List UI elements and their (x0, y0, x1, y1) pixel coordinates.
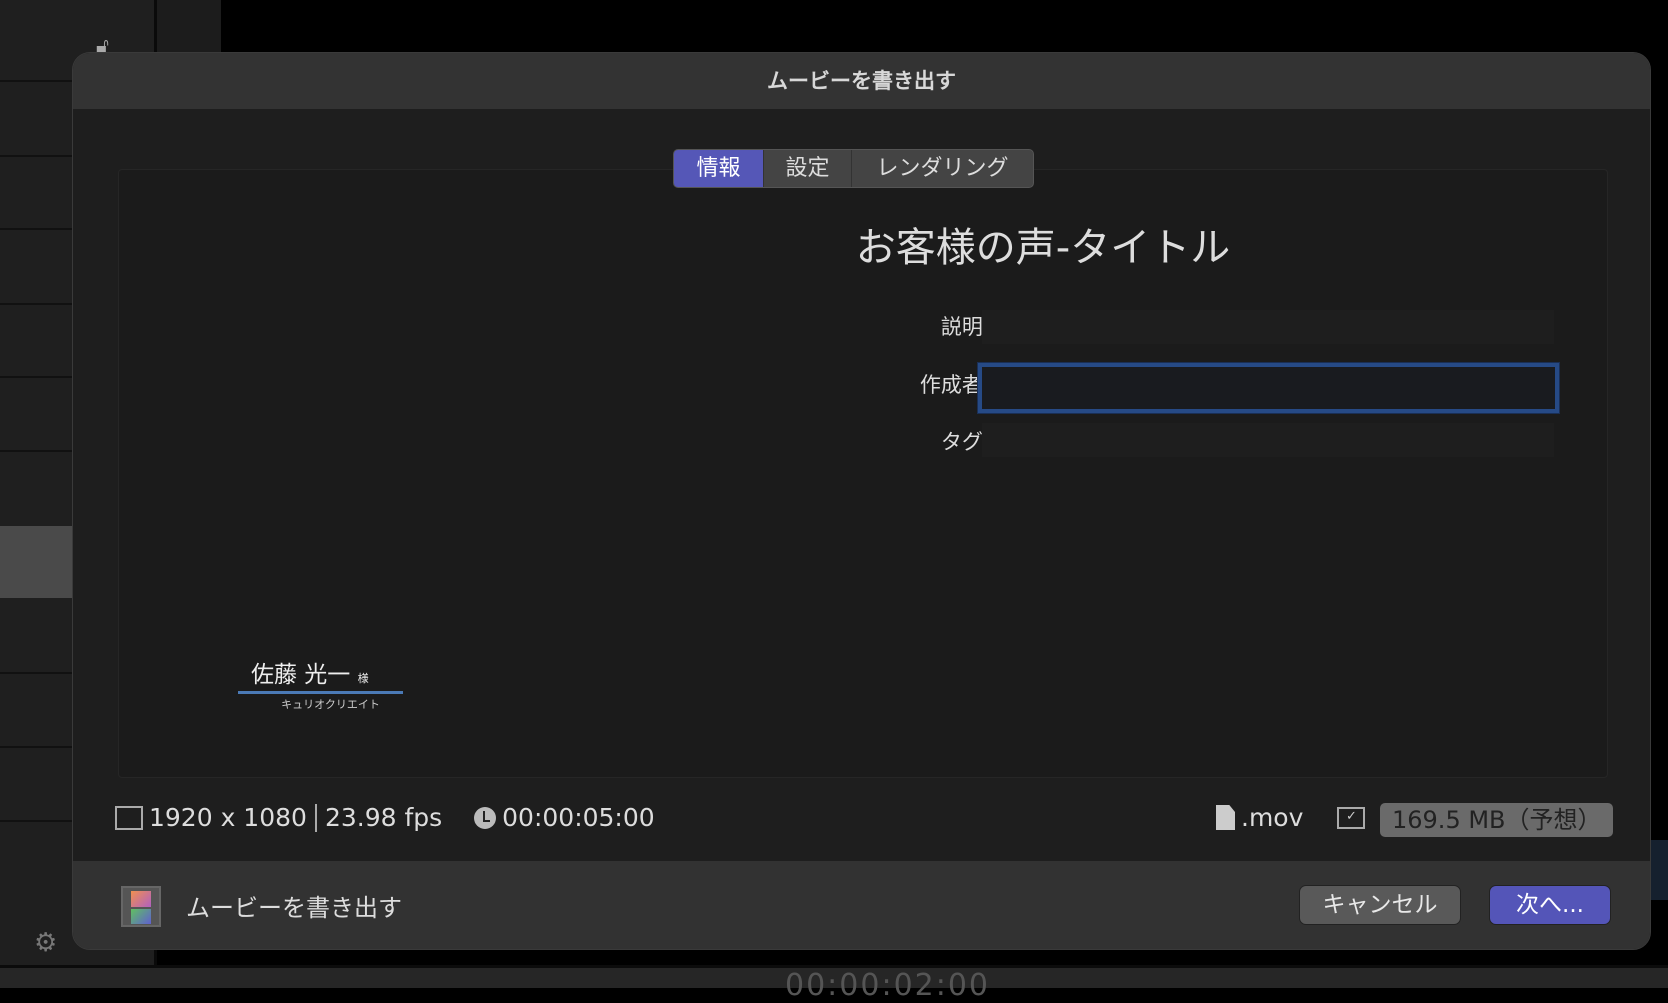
background-strip (1648, 840, 1668, 900)
file-info: .mov ✓ (1216, 803, 1366, 832)
separator (314, 803, 317, 832)
tab-info[interactable]: 情報 (674, 150, 764, 187)
background-divider (0, 228, 72, 230)
tab-settings[interactable]: 設定 (764, 150, 852, 187)
tab-rendering[interactable]: レンダリング (852, 150, 1033, 187)
tags-field[interactable] (982, 423, 1554, 457)
thumbnail-preview: 佐藤 光一 様 キュリオクリエイト (238, 655, 403, 712)
background-divider (0, 303, 72, 305)
background-divider (0, 80, 72, 82)
resolution-icon (115, 805, 143, 830)
dialog-footer: ムービーを書き出す キャンセル 次へ... (73, 861, 1650, 949)
film-icon (121, 886, 161, 927)
background-timecode: 00:00:02:00 (785, 968, 991, 1003)
file-format: .mov (1241, 803, 1304, 832)
gear-icon: ⚙ (34, 928, 58, 958)
background-divider (0, 746, 72, 748)
preview-company: キュリオクリエイト (281, 698, 380, 711)
estimated-size: 169.5 MB（予想） (1380, 803, 1613, 837)
background-divider (0, 820, 72, 822)
clock-icon (474, 806, 497, 829)
footer-label: ムービーを書き出す (186, 894, 402, 922)
background-divider (0, 376, 72, 378)
tab-bar: 情報 設定 レンダリング (673, 149, 1034, 188)
preview-underline (238, 691, 403, 694)
export-movie-dialog: ムービーを書き出す 佐藤 光一 様 キュリオクリエイト 情報 設定 レンダリング… (72, 52, 1651, 950)
project-title: お客様の声-タイトル (855, 225, 1231, 271)
next-button[interactable]: 次へ... (1489, 885, 1611, 925)
cancel-button[interactable]: キャンセル (1299, 885, 1461, 925)
background-divider (0, 672, 72, 674)
description-field[interactable] (982, 310, 1554, 344)
duration: 00:00:05:00 (502, 803, 655, 832)
background-divider (0, 450, 72, 452)
preview-name: 佐藤 光一 様 (238, 655, 403, 689)
resolution: 1920 x 1080 (149, 803, 307, 832)
document-icon (1216, 805, 1235, 830)
framerate: 23.98 fps (324, 803, 443, 832)
preview-honorific: 様 (357, 672, 369, 685)
preview-name-text: 佐藤 光一 (251, 662, 351, 688)
dialog-title: ムービーを書き出す (73, 53, 1650, 109)
author-field[interactable] (977, 362, 1560, 414)
background-divider (0, 155, 72, 157)
video-info: 1920 x 1080 23.98 fps 00:00:05:00 (115, 803, 655, 832)
background-selected-row (0, 526, 72, 598)
monitor-check-icon: ✓ (1337, 806, 1366, 829)
